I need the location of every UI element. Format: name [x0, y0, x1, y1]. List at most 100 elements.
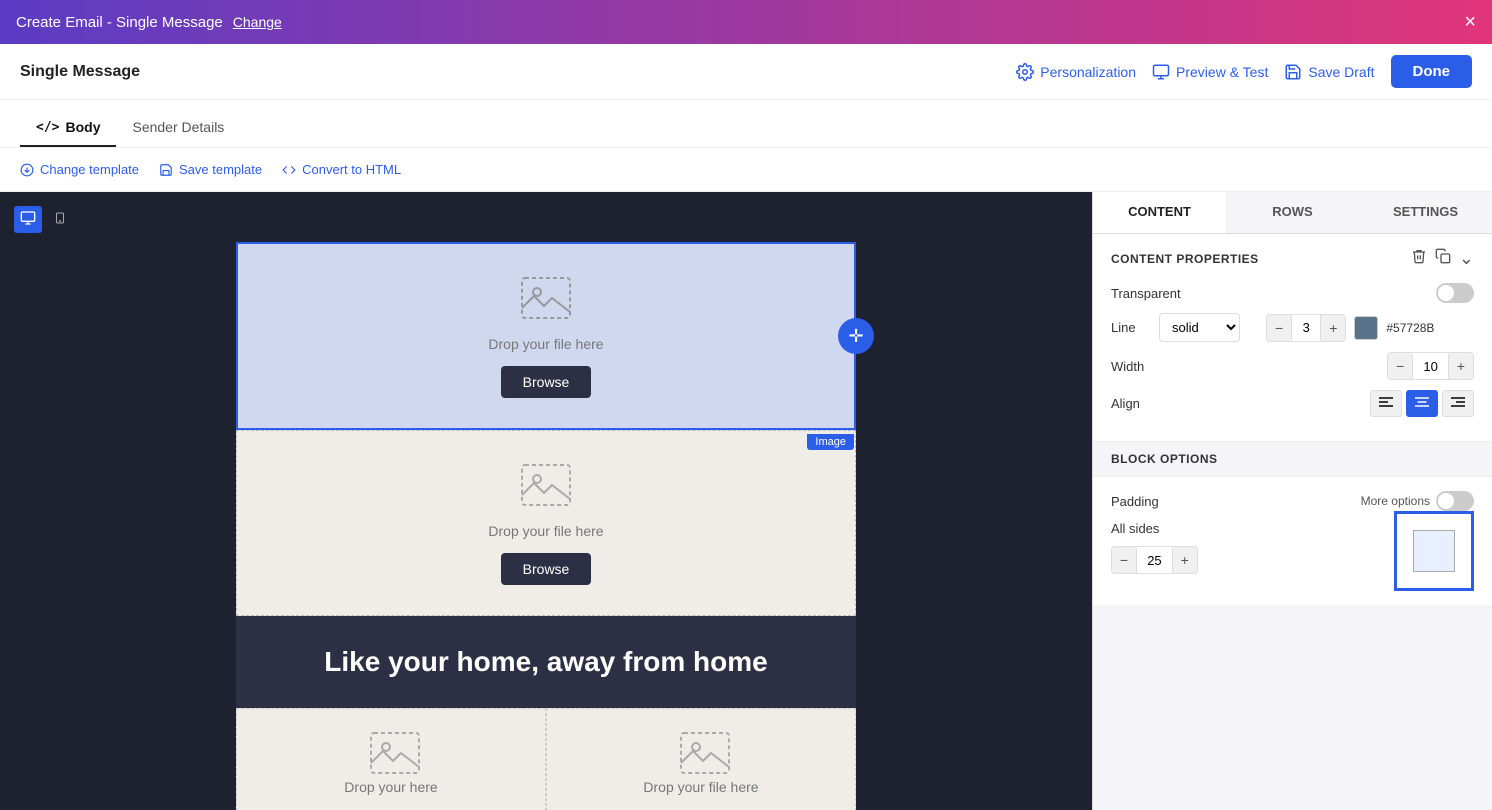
- image-block-1[interactable]: Drop your file here Browse ✛ Image: [236, 242, 856, 430]
- content-tab-label: CONTENT: [1128, 204, 1191, 219]
- image-placeholder-1: [518, 274, 574, 322]
- chevron-down-icon-select: [1248, 321, 1258, 335]
- tab-body[interactable]: </> Body: [20, 109, 116, 147]
- change-template-button[interactable]: Change template: [20, 162, 139, 177]
- col-image-block-2[interactable]: Drop your file here: [546, 708, 856, 810]
- line-width-decrease-button[interactable]: −: [1267, 315, 1291, 341]
- body-tab-icon: </>: [36, 120, 59, 135]
- col-image-block-1[interactable]: Drop your here: [236, 708, 546, 810]
- save-draft-button[interactable]: Save Draft: [1284, 63, 1374, 81]
- save-template-button[interactable]: Save template: [159, 162, 262, 177]
- padding-decrease-button[interactable]: −: [1112, 547, 1136, 573]
- personalization-icon: [1016, 63, 1034, 81]
- panel-tab-content[interactable]: CONTENT: [1093, 192, 1226, 233]
- align-left-button[interactable]: [1370, 390, 1402, 417]
- preview-label: Preview & Test: [1176, 64, 1268, 80]
- text-block-heading: Like your home, away from home: [256, 646, 836, 678]
- content-properties-section: CONTENT PROPERTIES ⌄: [1093, 234, 1492, 442]
- text-block[interactable]: Like your home, away from home: [236, 616, 856, 708]
- toolbar: Change template Save template Convert to…: [0, 148, 1492, 192]
- panel-tab-rows[interactable]: ROWS: [1226, 192, 1359, 233]
- change-template-label: Change template: [40, 162, 139, 177]
- more-options-row: More options: [1361, 491, 1474, 511]
- settings-tab-label: SETTINGS: [1393, 204, 1458, 219]
- transparent-label: Transparent: [1111, 286, 1181, 301]
- view-toggles: [10, 202, 76, 237]
- browse-button-2[interactable]: Browse: [501, 553, 592, 585]
- sender-tab-label: Sender Details: [132, 119, 224, 135]
- block-options-divider: BLOCK OPTIONS: [1093, 442, 1492, 477]
- personalization-label: Personalization: [1040, 64, 1136, 80]
- width-label: Width: [1111, 359, 1144, 374]
- trash-icon: [1411, 248, 1427, 264]
- rows-tab-label: ROWS: [1272, 204, 1312, 219]
- image-block-2[interactable]: Drop your file here Browse: [236, 430, 856, 616]
- all-sides-label: All sides: [1111, 521, 1159, 536]
- align-left-icon: [1379, 396, 1393, 408]
- padding-increase-button[interactable]: +: [1173, 547, 1197, 573]
- convert-html-button[interactable]: Convert to HTML: [282, 162, 401, 177]
- width-row: Width − 10 +: [1111, 352, 1474, 380]
- mobile-view-button[interactable]: [48, 206, 72, 233]
- header-actions: Personalization Preview & Test Save Draf…: [1016, 55, 1472, 88]
- delete-block-button[interactable]: [1411, 248, 1427, 269]
- move-handle[interactable]: ✛: [838, 318, 874, 354]
- duplicate-block-button[interactable]: [1435, 248, 1451, 269]
- line-color-swatch[interactable]: [1354, 316, 1378, 340]
- save-draft-label: Save Draft: [1308, 64, 1374, 80]
- convert-html-icon: [282, 163, 296, 177]
- personalization-button[interactable]: Personalization: [1016, 63, 1136, 81]
- transparent-toggle[interactable]: [1436, 283, 1474, 303]
- desktop-icon: [20, 210, 36, 226]
- col-image-placeholder-2: [677, 729, 725, 769]
- width-decrease-button[interactable]: −: [1388, 353, 1412, 379]
- drop-text-2: Drop your file here: [488, 523, 603, 539]
- more-options-label: More options: [1361, 494, 1430, 508]
- line-width-increase-button[interactable]: +: [1321, 315, 1345, 341]
- top-bar: Create Email - Single Message Change ×: [0, 0, 1492, 44]
- align-row: Align: [1111, 390, 1474, 417]
- line-style-select[interactable]: solid dashed dotted: [1159, 313, 1240, 342]
- change-template-icon: [20, 163, 34, 177]
- top-bar-left: Create Email - Single Message Change: [16, 14, 282, 31]
- align-right-button[interactable]: [1442, 390, 1474, 417]
- close-button[interactable]: ×: [1464, 11, 1476, 34]
- preview-test-button[interactable]: Preview & Test: [1152, 63, 1268, 81]
- tabs-bar: </> Body Sender Details: [0, 100, 1492, 148]
- more-options-toggle[interactable]: [1436, 491, 1474, 511]
- desktop-view-button[interactable]: [14, 206, 42, 233]
- panel-tab-settings[interactable]: SETTINGS: [1359, 192, 1492, 233]
- body-tab-label: Body: [65, 119, 100, 135]
- transparent-row: Transparent: [1111, 283, 1474, 303]
- line-label: Line: [1111, 320, 1151, 335]
- drop-text-1: Drop your file here: [488, 336, 603, 352]
- all-sides-row: All sides: [1111, 521, 1198, 536]
- block-options-title: BLOCK OPTIONS: [1111, 452, 1218, 466]
- top-bar-change-link[interactable]: Change: [233, 14, 282, 30]
- done-button[interactable]: Done: [1391, 55, 1473, 88]
- save-template-icon: [159, 163, 173, 177]
- align-center-icon: [1415, 396, 1429, 408]
- collapse-section-button[interactable]: ⌄: [1459, 248, 1474, 269]
- padding-value: 25: [1136, 548, 1172, 573]
- align-center-button[interactable]: [1406, 390, 1438, 417]
- preview-icon: [1152, 63, 1170, 81]
- save-template-label: Save template: [179, 162, 262, 177]
- page-title: Single Message: [20, 63, 140, 81]
- content-properties-actions: ⌄: [1411, 248, 1474, 269]
- align-buttons: [1370, 390, 1474, 417]
- align-label: Align: [1111, 396, 1140, 411]
- width-value: 10: [1412, 354, 1448, 379]
- all-sides-stepper: − 25 +: [1111, 546, 1198, 574]
- col-drop-text-2: Drop your file here: [643, 779, 758, 795]
- browse-button-1[interactable]: Browse: [501, 366, 592, 398]
- chevron-down-icon: ⌄: [1459, 248, 1474, 268]
- image-placeholder-2: [518, 461, 574, 509]
- main-layout: Drop your file here Browse ✛ Image Drop …: [0, 192, 1492, 810]
- convert-html-label: Convert to HTML: [302, 162, 401, 177]
- two-col-block: Drop your here Drop your file here: [236, 708, 856, 810]
- width-increase-button[interactable]: +: [1449, 353, 1473, 379]
- padding-header: Padding More options: [1111, 491, 1474, 511]
- width-stepper: − 10 +: [1387, 352, 1474, 380]
- tab-sender-details[interactable]: Sender Details: [116, 109, 240, 147]
